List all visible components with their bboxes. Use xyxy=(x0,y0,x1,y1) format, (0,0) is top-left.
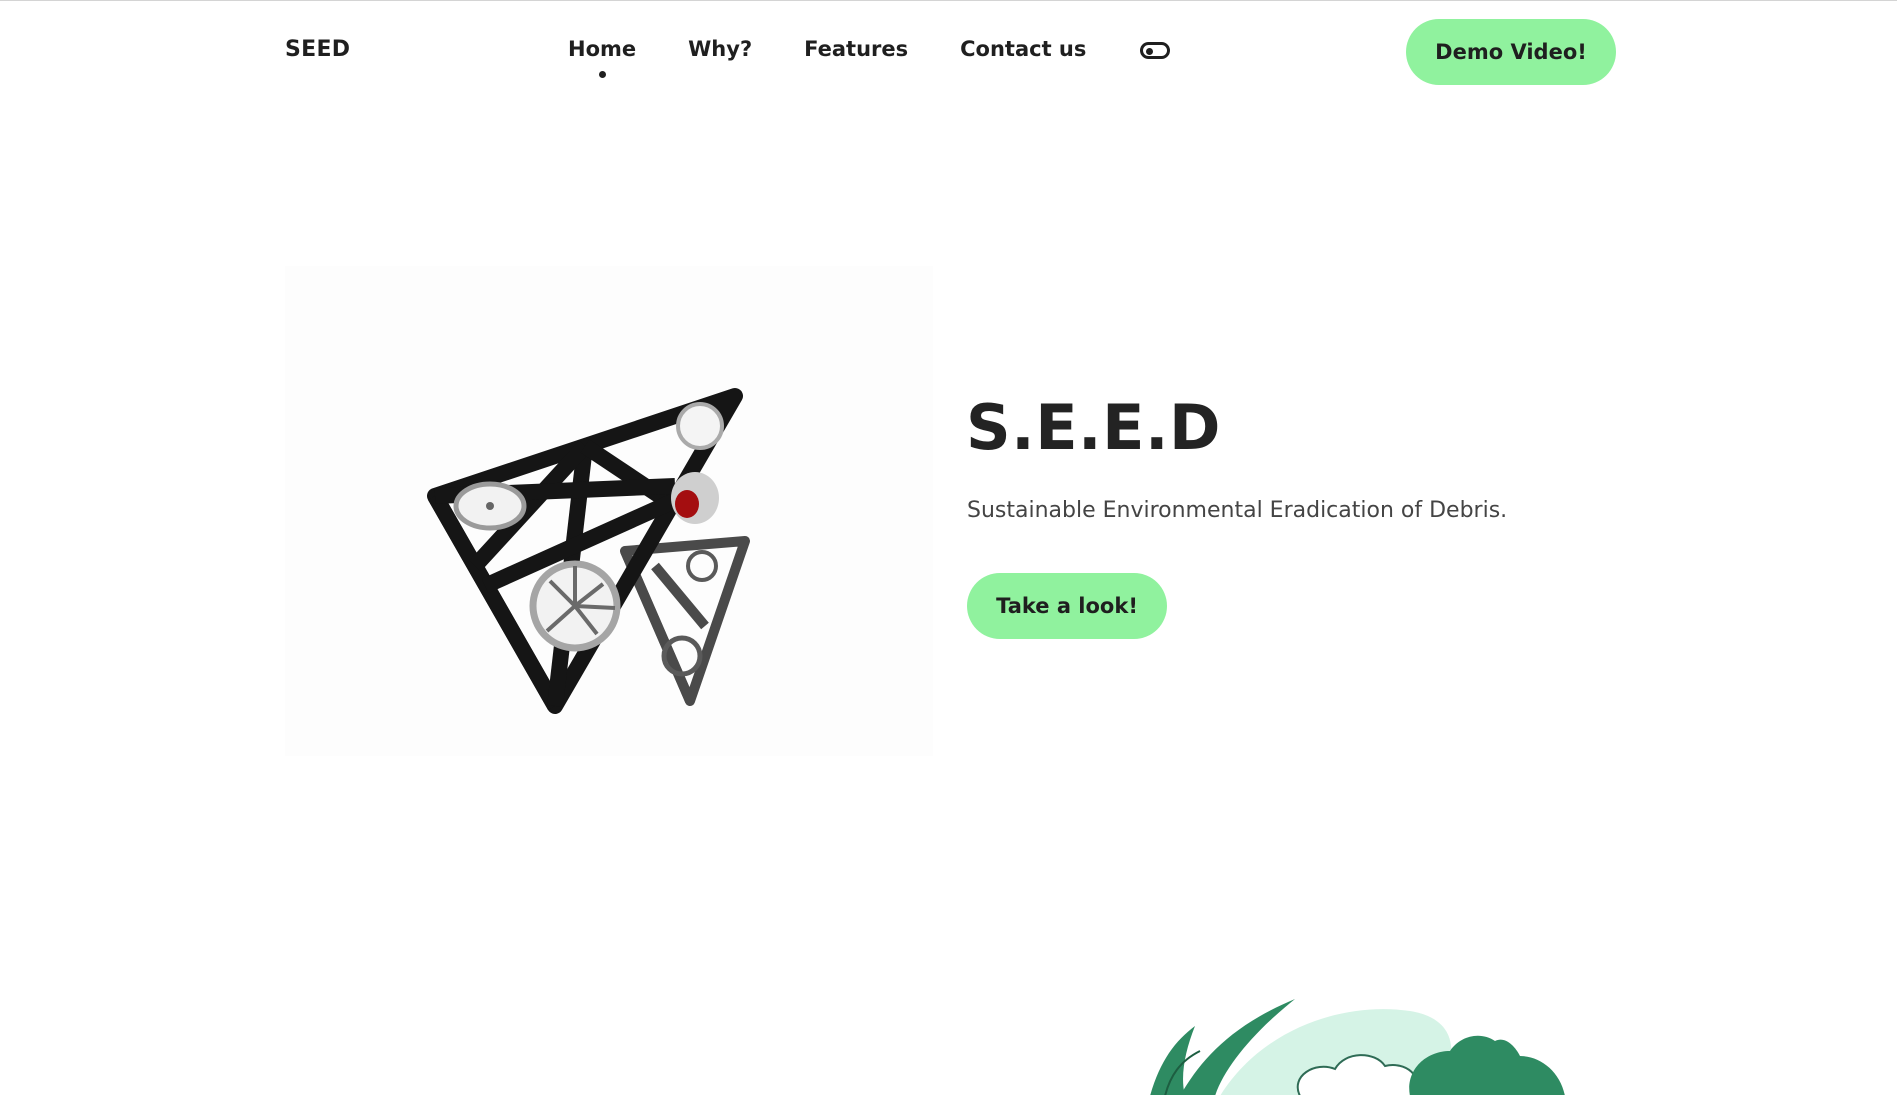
fan-left xyxy=(453,481,527,531)
nav-item-home[interactable]: Home xyxy=(568,37,636,78)
page: SEED Home Why? Features Contact us Demo … xyxy=(0,0,1897,1095)
hero-title: S.E.E.D xyxy=(966,391,1221,464)
hero-image xyxy=(285,266,933,756)
nav-item-contact[interactable]: Contact us xyxy=(960,37,1086,61)
drone-frame-icon xyxy=(427,388,750,714)
toggle-knob xyxy=(1146,47,1153,55)
demo-video-button[interactable]: Demo Video! xyxy=(1406,19,1616,85)
fan-bottom xyxy=(529,560,621,652)
fan-top xyxy=(676,402,724,450)
plants-illustration xyxy=(1140,991,1580,1095)
take-a-look-button[interactable]: Take a look! xyxy=(967,573,1167,639)
hero-subtitle: Sustainable Environmental Eradication of… xyxy=(967,498,1508,523)
brand-logo-text[interactable]: SEED xyxy=(285,37,350,62)
main-nav: Home Why? Features Contact us xyxy=(568,37,1138,78)
theme-toggle-icon[interactable] xyxy=(1140,42,1170,59)
nav-item-features[interactable]: Features xyxy=(804,37,908,61)
nav-item-why[interactable]: Why? xyxy=(688,37,752,61)
plants-icon xyxy=(1150,999,1565,1095)
red-sensor xyxy=(671,472,719,524)
